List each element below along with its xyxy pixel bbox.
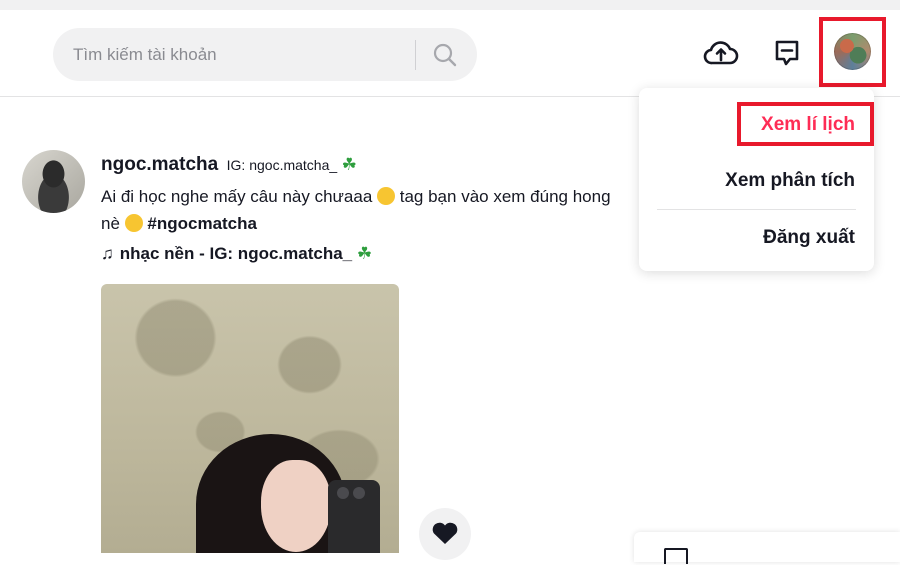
- heart-icon: [432, 522, 458, 544]
- video-frame-face: [261, 460, 331, 552]
- tongue-emoji-icon: [124, 214, 143, 232]
- music-link[interactable]: ♫ nhạc nền - IG: ngoc.matcha_ ☘: [101, 244, 372, 264]
- menu-divider: [657, 209, 856, 210]
- author-name[interactable]: ngoc.matcha: [101, 154, 218, 175]
- like-button[interactable]: [419, 508, 471, 560]
- avatar-highlight-box: [819, 17, 886, 87]
- author-nickname: IG: ngoc.matcha_: [226, 157, 338, 173]
- menu-item-view-profile[interactable]: Xem lí lịch: [761, 114, 855, 136]
- caption-text: Ai đi học nghe mấy câu này chưaaa: [101, 187, 373, 206]
- search-input[interactable]: [71, 41, 405, 69]
- search-divider: [415, 40, 416, 70]
- top-header: [0, 10, 900, 97]
- inbox-button[interactable]: [772, 37, 802, 69]
- floating-card: [634, 532, 900, 564]
- clover-icon: ☘: [356, 244, 373, 263]
- hashtag-link[interactable]: #ngocmatcha: [147, 214, 257, 233]
- video-frame-lens: [337, 487, 349, 499]
- profile-dropdown-menu: Xem lí lịch Xem phân tích Đăng xuất: [639, 88, 874, 271]
- search-icon: [433, 43, 457, 67]
- laughing-emoji-icon: [377, 187, 396, 205]
- device-icon: [664, 548, 688, 564]
- menu-item-logout[interactable]: Đăng xuất: [763, 227, 855, 249]
- post-author: ngoc.matcha IG: ngoc.matcha_ ☘: [101, 154, 357, 176]
- video-frame-lens: [353, 487, 365, 499]
- post-caption: Ai đi học nghe mấy câu này chưaaa tag bạ…: [101, 183, 631, 237]
- author-avatar[interactable]: [22, 150, 85, 213]
- clover-icon: ☘: [341, 155, 357, 174]
- inbox-message-icon: [775, 40, 799, 66]
- menu-item-view-analytics[interactable]: Xem phân tích: [725, 170, 855, 192]
- search-button[interactable]: [431, 41, 459, 69]
- music-title: nhạc nền - IG: ngoc.matcha_: [119, 244, 353, 263]
- video-player[interactable]: [101, 284, 399, 553]
- upload-button[interactable]: [703, 38, 739, 68]
- browser-top-strip: [0, 0, 900, 10]
- music-note-icon: ♫: [101, 244, 114, 263]
- search-bar: [53, 28, 477, 81]
- upload-cloud-icon: [703, 41, 739, 65]
- avatar[interactable]: [834, 33, 871, 70]
